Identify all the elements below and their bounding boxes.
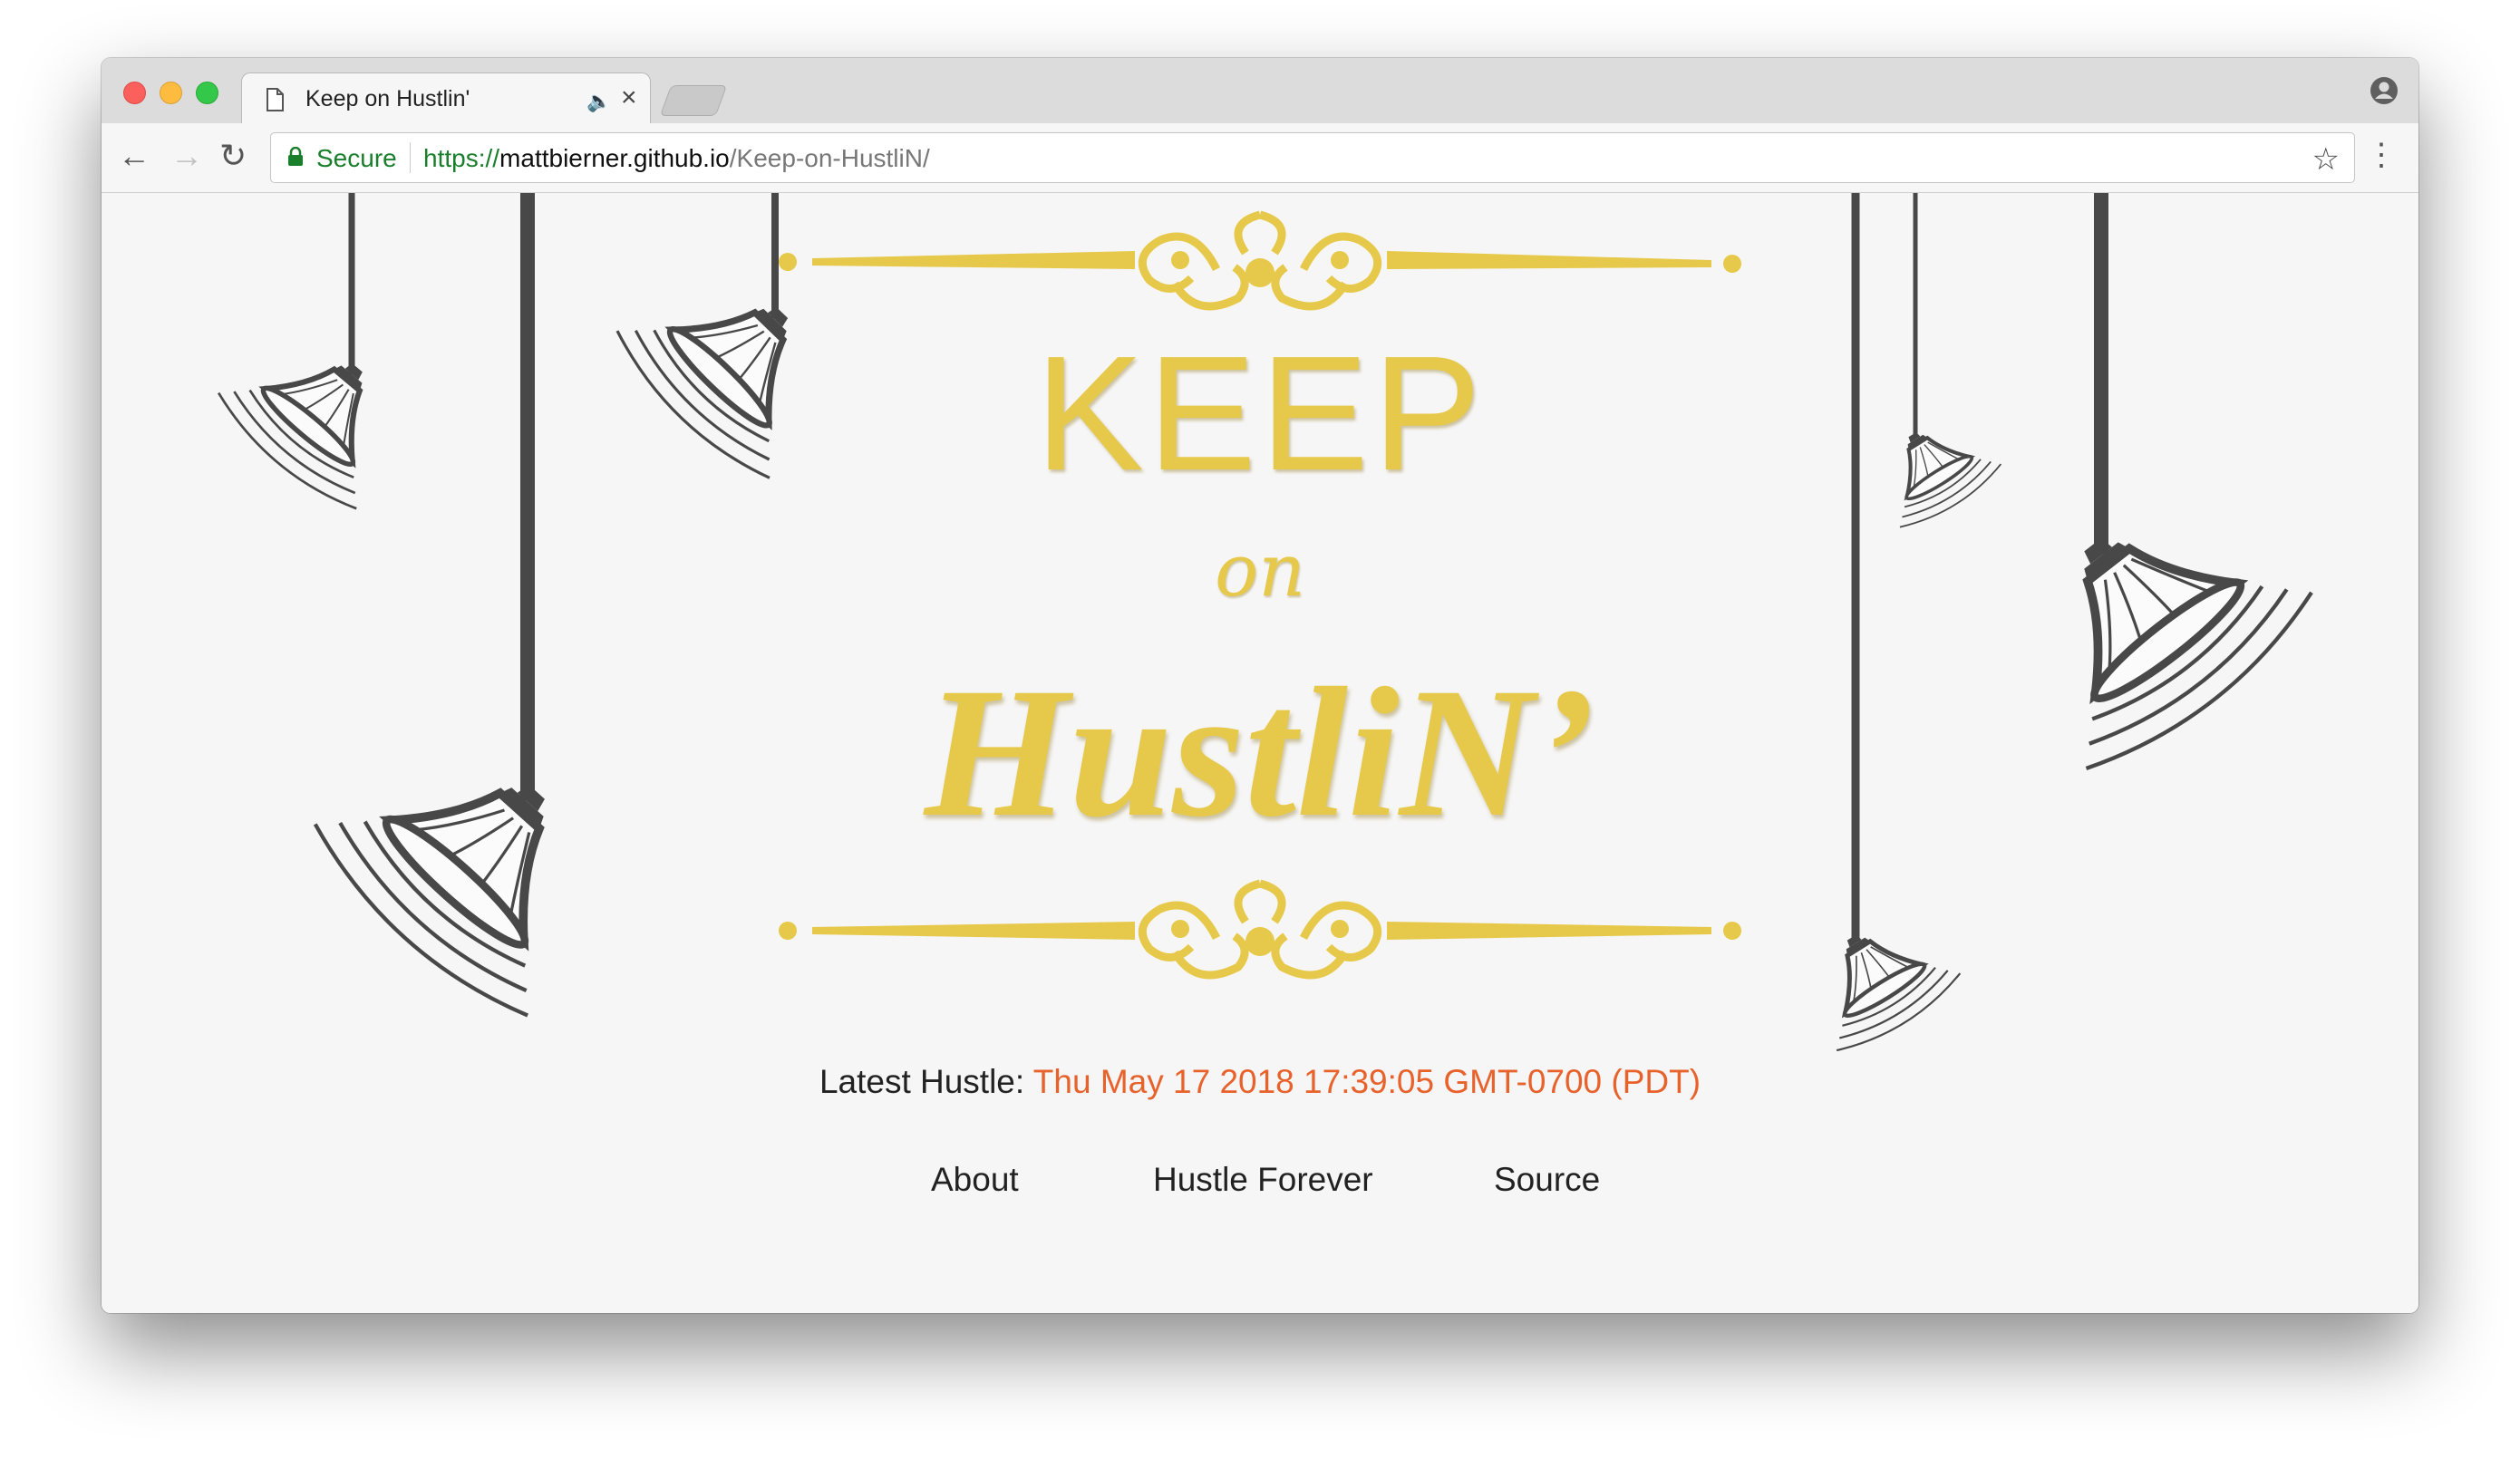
- lock-icon: [287, 146, 304, 171]
- window-maximize-button[interactable]: [196, 82, 218, 104]
- forward-arrow-icon[interactable]: →: [170, 138, 203, 174]
- back-arrow-icon[interactable]: ←: [118, 138, 150, 174]
- hustle-forever-link[interactable]: Hustle Forever: [1153, 1161, 1373, 1199]
- tab-title: Keep on Hustlin': [305, 86, 470, 111]
- url-path: /Keep-on-HustliN/: [729, 144, 930, 172]
- kebab-menu-icon[interactable]: ⋮: [2366, 137, 2397, 173]
- tab-close-icon[interactable]: ×: [621, 82, 637, 113]
- source-link[interactable]: Source: [1494, 1161, 1600, 1199]
- reload-icon[interactable]: ↻: [219, 138, 247, 174]
- url-scheme: https://: [423, 144, 500, 172]
- url-host: mattbierner.github.io: [499, 144, 730, 172]
- star-icon[interactable]: ☆: [2312, 141, 2340, 178]
- latest-hustle: Latest Hustle: Thu May 17 2018 17:39:05 …: [102, 1063, 2418, 1101]
- latest-hustle-label: Latest Hustle:: [819, 1063, 1025, 1100]
- latest-hustle-timestamp: Thu May 17 2018 17:39:05 GMT-0700 (PDT): [1032, 1063, 1701, 1100]
- page-icon: [266, 88, 284, 116]
- profile-icon[interactable]: [2370, 76, 2399, 110]
- window-close-button[interactable]: [123, 82, 146, 104]
- address-bar[interactable]: Secure https://mattbierner.github.io/Kee…: [270, 132, 2355, 183]
- speaker-icon[interactable]: 🔈: [586, 90, 611, 113]
- omnibox-divider: [410, 142, 411, 173]
- bottom-flourish: [779, 879, 1741, 980]
- url-text[interactable]: https://mattbierner.github.io/Keep-on-Hu…: [423, 144, 930, 173]
- page-content: KEEP on HustliN’ Latest Hustle: Thu May …: [102, 193, 2418, 1313]
- top-flourish: [779, 210, 1741, 311]
- browser-window: Keep on Hustlin' 🔈 × ← → ↻ Secure https:…: [102, 58, 2418, 1313]
- secure-label: Secure: [316, 144, 397, 172]
- browser-tab[interactable]: Keep on Hustlin' 🔈 ×: [241, 72, 651, 124]
- tab-strip: Keep on Hustlin' 🔈 ×: [102, 58, 2418, 124]
- title-keep: KEEP: [1034, 323, 1486, 505]
- title-on: on: [1215, 528, 1305, 613]
- title-hustlin: HustliN’: [924, 650, 1596, 855]
- browser-toolbar: ← → ↻ Secure https://mattbierner.github.…: [102, 123, 2418, 193]
- about-link[interactable]: About: [931, 1161, 1019, 1199]
- new-tab-button[interactable]: [659, 85, 728, 116]
- window-minimize-button[interactable]: [160, 82, 182, 104]
